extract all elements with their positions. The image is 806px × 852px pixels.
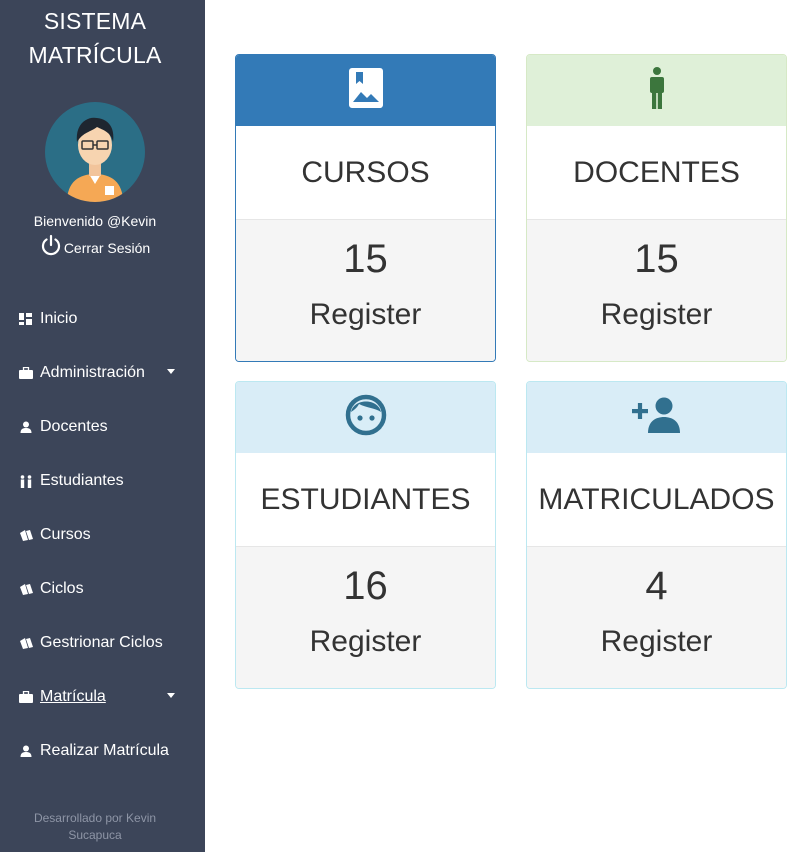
- child-face-icon: [345, 394, 387, 441]
- card-matriculados[interactable]: MATRICULADOS 4 Register: [526, 381, 787, 689]
- card-count: 4: [645, 564, 668, 608]
- sidebar-item-label: Estudiantes: [40, 472, 124, 489]
- books-icon: [18, 582, 33, 596]
- card-body: 15 Register: [527, 220, 786, 361]
- sidebar-item-realizar-matricula[interactable]: Realizar Matrícula: [0, 724, 205, 778]
- sidebar-item-label: Gestrionar Ciclos: [40, 634, 163, 651]
- card-header: [236, 55, 495, 126]
- card-docentes[interactable]: DOCENTES 15 Register: [526, 54, 787, 362]
- image-bookmark-icon: [348, 67, 384, 114]
- sidebar-item-ciclos[interactable]: Ciclos: [0, 562, 205, 616]
- card-body: 16 Register: [236, 547, 495, 688]
- card-title: CURSOS: [236, 126, 495, 220]
- logout-label: Cerrar Sesión: [63, 240, 151, 256]
- brand-line-1: SISTEMA: [43, 8, 147, 34]
- sidebar-item-label: Inicio: [40, 310, 78, 327]
- sidebar-item-label: Docentes: [40, 418, 108, 435]
- people-icon: [18, 474, 33, 488]
- sidebar-item-label: Matrícula: [40, 688, 106, 705]
- user-avatar-icon: [45, 102, 145, 202]
- card-label: Register: [309, 298, 422, 331]
- briefcase-icon: [18, 690, 33, 704]
- sidebar-item-label: Cursos: [40, 526, 91, 543]
- add-user-icon: [631, 397, 682, 438]
- brand-line-2: MATRÍCULA: [28, 42, 162, 68]
- card-count: 15: [343, 237, 388, 281]
- card-body: 4 Register: [527, 547, 786, 688]
- card-label: Register: [309, 625, 422, 658]
- card-cursos[interactable]: CURSOS 15 Register: [235, 54, 496, 362]
- sidebar-footer: Desarrollado por Kevin Sucapuca: [0, 810, 190, 844]
- power-icon: [40, 234, 62, 259]
- card-title: MATRICULADOS: [527, 453, 786, 547]
- sidebar-item-matricula[interactable]: Matrícula: [0, 670, 205, 724]
- sidebar-item-label: Ciclos: [40, 580, 84, 597]
- card-count: 16: [343, 564, 388, 608]
- card-body: 15 Register: [236, 220, 495, 361]
- sidebar-item-cursos[interactable]: Cursos: [0, 508, 205, 562]
- sidebar: SISTEMA MATRÍCULA Bienvenido @Kevin Cerr…: [0, 0, 205, 852]
- footer-line-2: Sucapuca: [68, 828, 122, 842]
- sidebar-item-inicio[interactable]: Inicio: [0, 292, 205, 346]
- card-label: Register: [600, 625, 713, 658]
- chevron-down-icon: [167, 369, 175, 374]
- sidebar-menu: Inicio Administración Docentes Estudiant…: [0, 292, 205, 778]
- sidebar-item-estudiantes[interactable]: Estudiantes: [0, 454, 205, 508]
- footer-line-1: Desarrollado por Kevin: [33, 811, 157, 825]
- card-count: 15: [634, 237, 679, 281]
- card-header: [527, 382, 786, 453]
- briefcase-icon: [18, 366, 33, 380]
- books-icon: [18, 636, 33, 650]
- sidebar-item-label: Realizar Matrícula: [40, 742, 169, 759]
- logout-button[interactable]: Cerrar Sesión: [0, 234, 190, 259]
- card-title: DOCENTES: [527, 126, 786, 220]
- books-icon: [18, 528, 33, 542]
- user-icon: [18, 744, 33, 758]
- card-header: [236, 382, 495, 453]
- card-estudiantes[interactable]: ESTUDIANTES 16 Register: [235, 381, 496, 689]
- card-label: Register: [600, 298, 713, 331]
- card-title: ESTUDIANTES: [236, 453, 495, 547]
- app-brand: SISTEMA MATRÍCULA: [0, 4, 190, 72]
- chevron-down-icon: [167, 693, 175, 698]
- sidebar-item-docentes[interactable]: Docentes: [0, 400, 205, 454]
- user-icon: [18, 420, 33, 434]
- sidebar-item-gestionar-ciclos[interactable]: Gestrionar Ciclos: [0, 616, 205, 670]
- dashboard-icon: [18, 312, 33, 326]
- person-standing-icon: [648, 67, 666, 114]
- sidebar-item-label: Administración: [40, 364, 145, 381]
- welcome-text: Bienvenido @Kevin: [33, 213, 157, 229]
- sidebar-item-administracion[interactable]: Administración: [0, 346, 205, 400]
- card-header: [527, 55, 786, 126]
